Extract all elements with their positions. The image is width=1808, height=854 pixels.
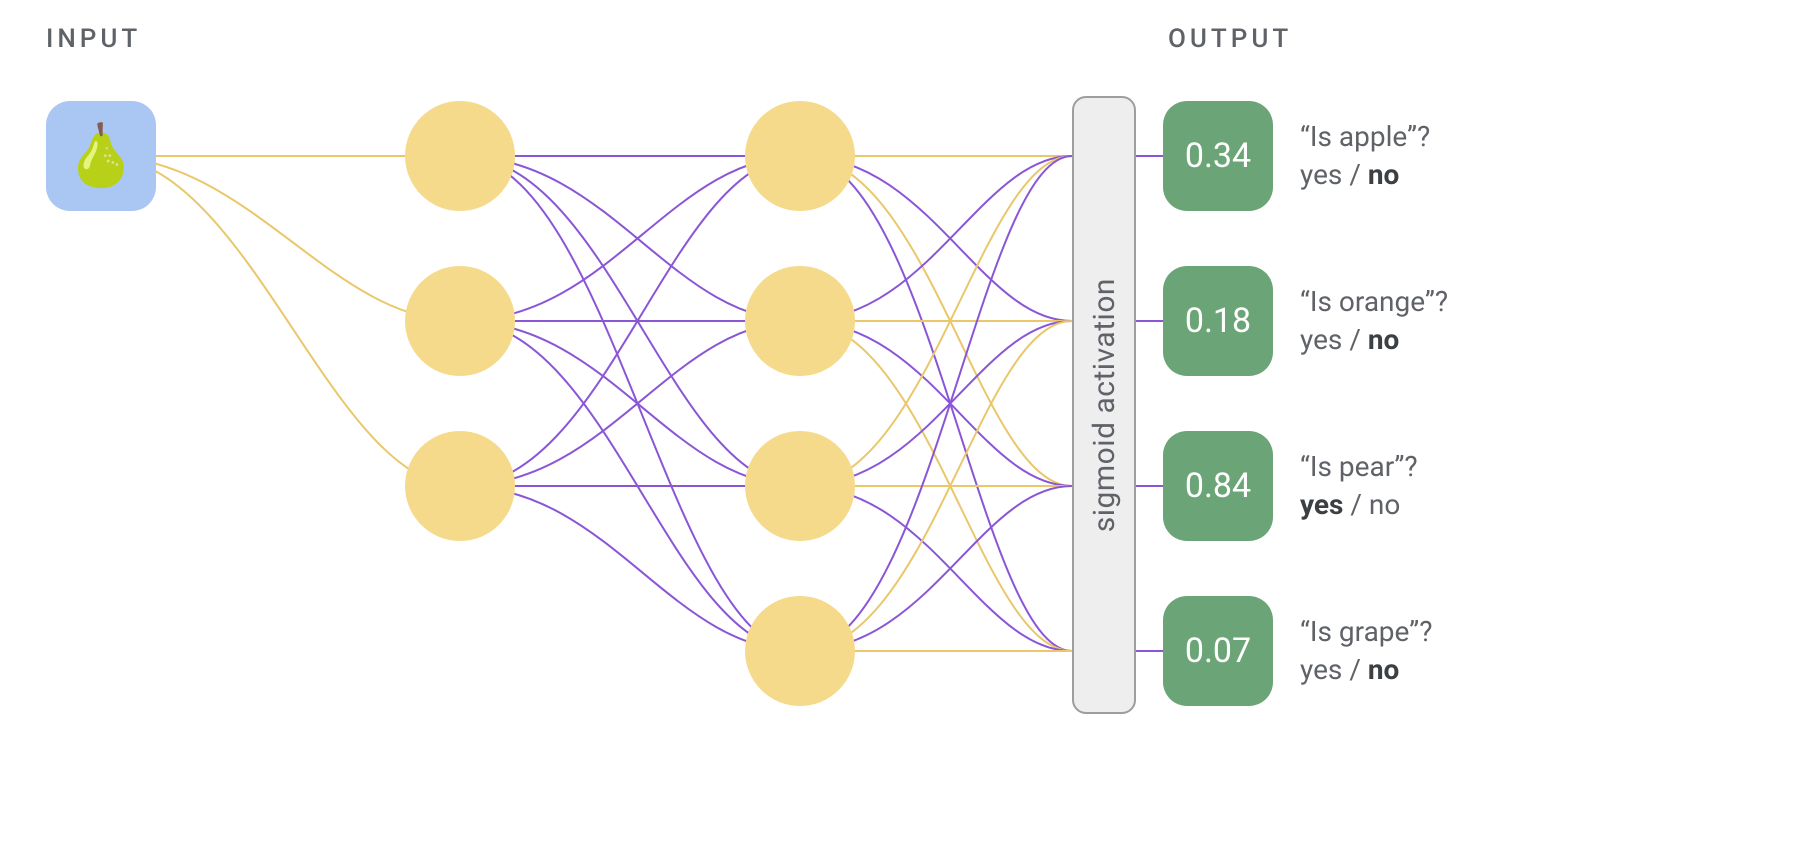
output-label-1: “Is orange”? yes / no [1300,283,1448,359]
output-question-0: “Is apple”? [1300,118,1430,156]
network-edges [0,0,1808,854]
input-image-box: 🍐 [46,101,156,211]
activation-box: sigmoid activation [1072,96,1136,714]
input-heading: INPUT [46,24,141,54]
hidden2-node-1 [745,266,855,376]
output-answer-2: yes / no [1300,486,1418,524]
output-heading: OUTPUT [1168,24,1292,54]
output-value-3: 0.07 [1185,631,1251,671]
output-value-2: 0.84 [1185,466,1251,506]
output-question-3: “Is grape”? [1300,613,1432,651]
hidden2-node-3 [745,596,855,706]
output-label-0: “Is apple”? yes / no [1300,118,1430,194]
output-box-0: 0.34 [1163,101,1273,211]
output-answer-3: yes / no [1300,651,1432,689]
pear-icon: 🍐 [64,126,139,186]
output-question-1: “Is orange”? [1300,283,1448,321]
output-box-1: 0.18 [1163,266,1273,376]
output-answer-0: yes / no [1300,156,1430,194]
output-value-0: 0.34 [1185,136,1251,176]
output-label-3: “Is grape”? yes / no [1300,613,1432,689]
hidden1-node-2 [405,431,515,541]
hidden2-node-0 [745,101,855,211]
hidden1-node-0 [405,101,515,211]
output-question-2: “Is pear”? [1300,448,1418,486]
activation-label: sigmoid activation [1087,278,1122,532]
output-box-3: 0.07 [1163,596,1273,706]
output-box-2: 0.84 [1163,431,1273,541]
hidden1-node-1 [405,266,515,376]
output-value-1: 0.18 [1185,301,1251,341]
output-label-2: “Is pear”? yes / no [1300,448,1418,524]
output-answer-1: yes / no [1300,321,1448,359]
hidden2-node-2 [745,431,855,541]
